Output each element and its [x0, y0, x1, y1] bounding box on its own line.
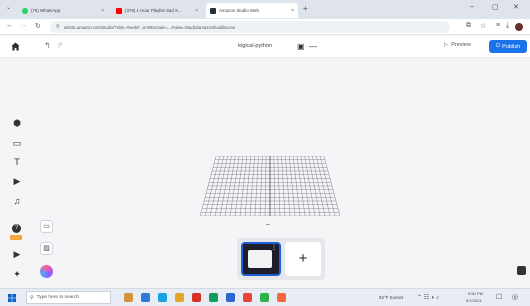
play-outline-icon: ▷ [444, 42, 449, 48]
taskbar-app-icon[interactable] [158, 293, 167, 302]
media-icon[interactable]: ▭ [11, 137, 23, 149]
publish-icon: ⏻ [495, 43, 501, 49]
settings-icon[interactable]: ✦ [11, 268, 23, 280]
music-icon[interactable]: ♫ [11, 195, 23, 207]
scene-preview [248, 250, 272, 268]
notifications-icon[interactable]: ☐ [496, 293, 502, 301]
home-icon[interactable] [11, 42, 20, 51]
undo-icon[interactable]: ↰ [44, 41, 51, 50]
tab-youtube[interactable]: (379) 1 Hour Playlist Sad S… × [112, 3, 202, 18]
taskbar-app-icon[interactable] [209, 293, 218, 302]
clock-time[interactable]: 9:50 PM [468, 291, 483, 296]
tray-icons[interactable]: ⌃ ☷ ◖ ♪ [417, 294, 439, 301]
keyboard-shortcuts-icon[interactable] [517, 266, 526, 275]
browser-tab-strip: ⌄ (75) WhatsApp × (379) 1 Hour Playlist … [0, 0, 530, 19]
play-icon[interactable]: ▶ [11, 175, 23, 187]
menu-lines-icon[interactable]: ≡ [496, 22, 500, 29]
project-name[interactable]: logical-python [238, 43, 272, 49]
scene-thumbnail[interactable]: ⋮ [241, 242, 281, 276]
search-icon: ⚲ [30, 294, 34, 301]
taskbar-app-icon[interactable] [141, 293, 150, 302]
scene-options-icon[interactable]: ⋮ [271, 245, 277, 251]
taskbar-app-icon[interactable] [260, 293, 269, 302]
action-center-icon[interactable]: ◎ [512, 293, 518, 301]
text-icon[interactable]: T [11, 156, 23, 168]
weather-status[interactable]: 82°F Sunset [379, 295, 403, 300]
image-tool-button[interactable]: ▨ [40, 242, 53, 255]
close-window-icon[interactable]: ✕ [513, 3, 519, 11]
publish-button[interactable]: ⏻ Publish [489, 40, 527, 53]
forward-icon[interactable]: → [20, 22, 27, 29]
redo-icon[interactable]: ↱ [57, 41, 64, 50]
back-icon[interactable]: ← [6, 22, 13, 29]
taskbar-app-icon[interactable] [226, 293, 235, 302]
extensions-icon[interactable]: ⧉ [466, 22, 471, 30]
url-field[interactable]: ⚲ artistic.amazon.com/studio/?slot=-#web… [50, 21, 450, 33]
close-tab-icon[interactable]: × [101, 8, 104, 14]
minimize-icon[interactable]: – [470, 3, 474, 10]
site-info-icon[interactable]: ⚲ [56, 24, 60, 30]
download-icon[interactable]: ⤓ [506, 22, 509, 30]
help-icon[interactable]: ? [12, 224, 21, 233]
taskbar-app-icon[interactable] [175, 293, 184, 302]
preview-button[interactable]: ▷ Preview [444, 42, 471, 48]
tab-whatsapp[interactable]: (75) WhatsApp × [18, 3, 108, 18]
bookmark-star-icon[interactable]: ☆ [480, 22, 486, 30]
windows-start-icon[interactable] [8, 294, 16, 302]
address-bar: ← → ↻ ⚲ artistic.amazon.com/studio/?slot… [0, 19, 530, 35]
reload-icon[interactable]: ↻ [35, 22, 41, 30]
frame-tool-button[interactable]: ▭ [40, 220, 53, 233]
taskbar-app-icon[interactable] [124, 293, 133, 302]
new-tab-button[interactable]: + [303, 4, 308, 13]
scenes-panel: ⋮ + [237, 238, 325, 280]
color-picker-button[interactable] [40, 265, 53, 278]
grid-origin-marker: ▬ [266, 222, 270, 226]
tab-studio[interactable]: Amazon Studio Web × [206, 3, 298, 18]
save-icon[interactable]: ▣ [297, 42, 305, 51]
taskbar-app-icon[interactable] [192, 293, 201, 302]
app-header: ↰ ↱ logical-python ▣ — ▷ Preview ⏻ Publi… [0, 36, 530, 58]
close-tab-icon[interactable]: × [195, 8, 198, 14]
clock-date[interactable]: 9/7/2024 [466, 298, 482, 303]
tab-list-dropdown-icon[interactable]: ⌄ [6, 4, 11, 11]
add-scene-button[interactable]: + [285, 242, 321, 276]
maximize-icon[interactable]: ▢ [492, 3, 499, 11]
new-badge [10, 235, 22, 240]
taskbar-app-icon[interactable] [277, 293, 286, 302]
whatsapp-icon [22, 7, 28, 14]
left-toolbar: ⬢ ▭ T ▶ ♫ ? ▶ ✦ [0, 58, 34, 288]
more-options-icon[interactable]: — [309, 42, 317, 51]
youtube-icon [116, 7, 122, 14]
taskbar-search-box[interactable]: ⚲ Type here to search [26, 291, 111, 304]
scene-floor-grid [200, 156, 340, 216]
close-tab-icon[interactable]: × [291, 8, 294, 14]
studio-icon [210, 7, 216, 14]
video-icon[interactable]: ▶ [11, 248, 23, 260]
windows-taskbar: ⚲ Type here to search 82°F Sunset ⌃ ☷ ◖ … [0, 288, 530, 306]
taskbar-app-icon[interactable] [243, 293, 252, 302]
profile-avatar[interactable] [515, 23, 523, 31]
objects-icon[interactable]: ⬢ [11, 117, 23, 129]
